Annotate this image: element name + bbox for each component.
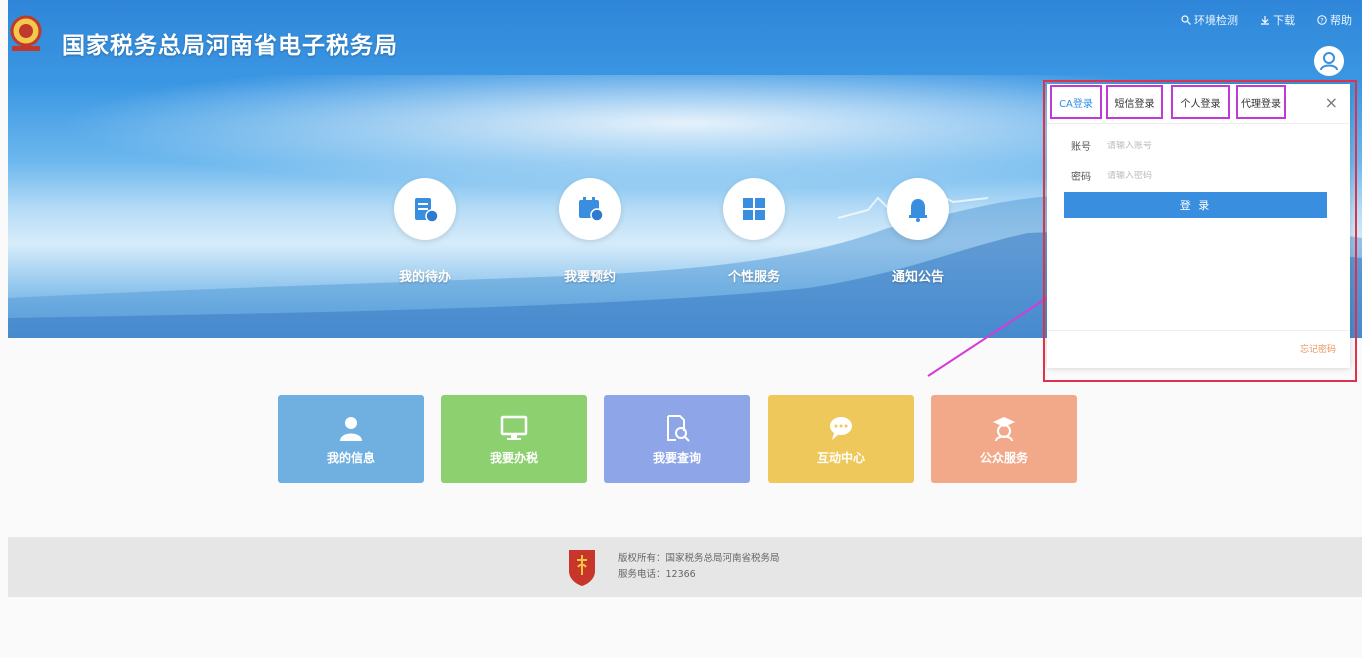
graduate-icon: [993, 416, 1015, 441]
tab-ca-login[interactable]: CA登录: [1050, 85, 1102, 119]
quick-link-notice[interactable]: 通知公告: [858, 178, 978, 285]
login-tabs: CA登录 短信登录 个人登录 代理登录 ×: [1047, 84, 1350, 124]
tile-interaction-center[interactable]: 互动中心: [768, 395, 914, 483]
page: 国家税务总局河南省电子税务局 环境检测 下载 ? 帮助 我的待办 我要预约 个性…: [0, 0, 1362, 658]
download-icon: [1261, 16, 1269, 25]
nav-label: 环境检测: [1194, 14, 1238, 27]
tile-label: 公众服务: [979, 450, 1028, 465]
tab-sms-login[interactable]: 短信登录: [1106, 85, 1163, 119]
quick-link-label: 通知公告: [891, 270, 944, 285]
forgot-password-link[interactable]: 忘记密码: [1300, 342, 1336, 355]
password-input[interactable]: [1107, 170, 1317, 181]
nav-label: 帮助: [1330, 14, 1352, 27]
login-button[interactable]: 登 录: [1064, 192, 1327, 218]
account-label: 账号: [1071, 142, 1091, 153]
person-icon: [340, 416, 362, 441]
quick-link-appointment[interactable]: 我要预约: [530, 178, 650, 285]
tile-tax-handling[interactable]: 我要办税: [441, 395, 587, 483]
nav-environment-check[interactable]: 环境检测: [1181, 12, 1238, 28]
tile-label: 互动中心: [816, 450, 865, 465]
chat-icon: [830, 416, 852, 440]
nav-download[interactable]: 下载: [1260, 12, 1295, 28]
footer-text: 版权所有：国家税务总局河南省税务局 服务电话：12366: [618, 551, 780, 583]
quick-link-label: 我要预约: [563, 270, 616, 285]
tile-label: 我要查询: [652, 450, 701, 465]
nav-label: 下载: [1273, 14, 1295, 27]
login-panel: CA登录 短信登录 个人登录 代理登录 × 账号 密码 登 录 忘记密码: [1047, 84, 1350, 368]
calendar-clock-icon: [579, 197, 604, 222]
password-label: 密码: [1071, 172, 1091, 183]
nav-help[interactable]: ? 帮助: [1317, 12, 1352, 28]
bell-icon: [909, 199, 927, 222]
search-icon: [1181, 15, 1191, 25]
tab-agent-login[interactable]: 代理登录: [1236, 85, 1286, 119]
todo-document-icon: [415, 198, 439, 223]
site-title[interactable]: 国家税务总局河南省电子税务局: [62, 26, 398, 60]
password-row: 密码: [1071, 168, 1317, 183]
tax-bureau-emblem-logo[interactable]: [8, 14, 44, 54]
account-input[interactable]: [1107, 140, 1317, 151]
close-icon[interactable]: ×: [1325, 93, 1338, 112]
tab-personal-login[interactable]: 个人登录: [1171, 85, 1230, 119]
user-icon: [1320, 52, 1338, 71]
footer-service-phone: 服务电话：12366: [618, 569, 696, 580]
account-row: 账号: [1071, 138, 1317, 153]
help-icon: ?: [1317, 15, 1327, 25]
quick-link-label: 我的待办: [398, 270, 451, 285]
tile-my-info[interactable]: 我的信息: [278, 395, 424, 483]
quick-link-personal-service[interactable]: 个性服务: [694, 178, 814, 285]
top-nav: 环境检测 下载 ? 帮助: [1181, 12, 1352, 28]
tile-query[interactable]: 我要查询: [604, 395, 750, 483]
user-account-button[interactable]: [1314, 46, 1344, 76]
quick-link-todo[interactable]: 我的待办: [365, 178, 485, 285]
svg-text:?: ?: [1320, 17, 1323, 25]
grid-apps-icon: [743, 198, 765, 220]
quick-link-label: 个性服务: [727, 270, 780, 285]
tile-public-service[interactable]: 公众服务: [931, 395, 1077, 483]
search-doc-icon: [667, 414, 690, 442]
tile-label: 我的信息: [326, 450, 375, 465]
footer: 版权所有：国家税务总局河南省税务局 服务电话：12366: [8, 537, 1362, 597]
tile-label: 我要办税: [489, 450, 538, 465]
tax-shield-emblem-icon: [569, 550, 595, 586]
footer-copyright: 版权所有：国家税务总局河南省税务局: [618, 553, 780, 564]
monitor-icon: [500, 415, 528, 440]
